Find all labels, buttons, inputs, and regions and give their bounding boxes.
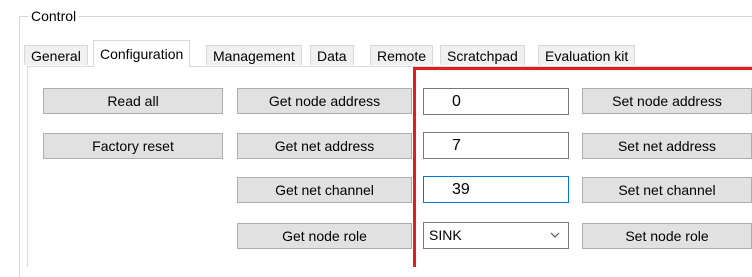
tab-data[interactable]: Data — [310, 45, 354, 65]
chevron-down-icon — [550, 232, 560, 238]
control-group-title: Control — [28, 7, 80, 25]
tab-general[interactable]: General — [24, 45, 88, 65]
read-all-button[interactable]: Read all — [43, 88, 223, 114]
set-net-channel-button[interactable]: Set net channel — [582, 177, 752, 203]
tab-configuration[interactable]: Configuration — [93, 40, 191, 67]
tab-evaluation-kit[interactable]: Evaluation kit — [538, 45, 636, 65]
node-address-field[interactable]: 0 — [423, 88, 569, 115]
net-channel-field[interactable]: 39 — [423, 176, 569, 203]
tab-strip: General Configuration Management Data Re… — [24, 40, 752, 67]
net-address-field[interactable]: 7 — [423, 132, 569, 159]
set-node-address-button[interactable]: Set node address — [582, 88, 752, 114]
node-role-select[interactable]: SINK — [423, 222, 569, 249]
tab-scratchpad[interactable]: Scratchpad — [440, 45, 525, 65]
tab-remote[interactable]: Remote — [370, 45, 434, 65]
get-node-address-button[interactable]: Get node address — [237, 88, 412, 114]
get-net-channel-button[interactable]: Get net channel — [237, 177, 412, 203]
get-net-address-button[interactable]: Get net address — [237, 133, 412, 159]
node-role-selected-value: SINK — [429, 227, 462, 243]
tab-management[interactable]: Management — [206, 45, 302, 65]
set-node-role-button[interactable]: Set node role — [582, 223, 752, 249]
factory-reset-button[interactable]: Factory reset — [43, 133, 223, 159]
set-net-address-button[interactable]: Set net address — [582, 133, 752, 159]
get-node-role-button[interactable]: Get node role — [237, 223, 412, 249]
